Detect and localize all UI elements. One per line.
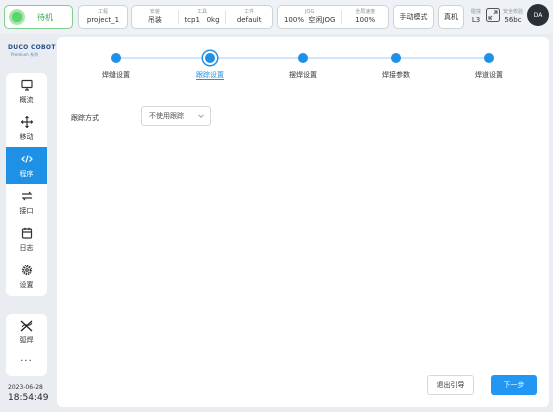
step-1-dot[interactable] [111, 53, 121, 63]
collision-label: 碰撞 [470, 9, 481, 15]
install-value: 吊装 [147, 16, 162, 24]
safety-checksum: 安全校验 56bc [500, 5, 526, 29]
workpiece-value: default [236, 16, 262, 24]
more-tools-button[interactable]: ··· [6, 350, 47, 372]
step-3-dot[interactable] [298, 53, 308, 63]
user-avatar[interactable]: DA [527, 4, 549, 26]
code-icon [20, 154, 33, 163]
arc-welding-label: 弧焊 [19, 335, 34, 344]
sidebar-item-log[interactable]: 日志 [6, 221, 47, 258]
config-box[interactable]: 安装 吊装 工具 tcp1 0kg 工件 default [131, 5, 273, 29]
status-label: 待机 [37, 12, 53, 22]
workpiece-label: 工件 [244, 9, 255, 15]
global-speed-label: 全局速度 [355, 9, 376, 15]
sidebar-item-program[interactable]: 程序 [6, 147, 47, 184]
top-bar: 待机 工程 project_1 安装 吊装 工具 tcp1 0kg 工件 def… [0, 0, 553, 34]
tracking-mode-value: 不使用跟踪 [149, 112, 184, 120]
sidebar-item-move[interactable]: 移动 [6, 110, 47, 147]
tracking-mode-label: 跟踪方式 [71, 114, 99, 122]
step-2-label[interactable]: 跟踪设置 [196, 70, 224, 80]
step-3-label[interactable]: 摆焊设置 [289, 70, 317, 80]
tracking-mode-select[interactable]: 不使用跟踪 [141, 106, 211, 126]
current-time: 18:54:49 [8, 393, 49, 403]
install-cell[interactable]: 安装 吊装 [132, 6, 178, 28]
status-light-icon [9, 9, 25, 25]
move-arrows-icon [20, 115, 33, 128]
arc-welding-button[interactable]: 弧焊 [6, 314, 47, 350]
real-robot-button[interactable]: 真机 [438, 5, 464, 29]
sidebar-nav: 概流 移动 程序 接口 日志 设置 [6, 73, 47, 296]
jog-label: JOG [305, 9, 315, 15]
monitor-icon [20, 79, 33, 91]
step-2-dot[interactable] [203, 51, 217, 65]
sidebar-item-label: 移动 [19, 132, 34, 141]
workpiece-cell[interactable]: 工件 default [226, 6, 272, 28]
chevron-down-icon [198, 114, 204, 118]
brand-logo: DUCO COBOT Premium 系列 [8, 44, 56, 58]
sidebar-item-label: 程序 [19, 169, 34, 178]
sidebar-item-interface[interactable]: 接口 [6, 184, 47, 221]
logo-sub: Premium 系列 [11, 52, 39, 57]
project-label: 工程 [97, 9, 108, 15]
collision-level[interactable]: 碰撞 L3 [466, 7, 486, 27]
sidebar-item-label: 接口 [19, 206, 34, 215]
step-5-dot[interactable] [484, 53, 494, 63]
exit-wizard-button[interactable]: 退出引导 [427, 375, 474, 395]
global-speed-cell[interactable]: 全局速度 100% [342, 6, 388, 28]
gear-icon [21, 264, 32, 275]
project-box[interactable]: 工程 project_1 [78, 5, 128, 29]
install-label: 安装 [149, 9, 160, 15]
sidebar-item-overview[interactable]: 概流 [6, 73, 47, 110]
current-date: 2023-06-28 [8, 384, 43, 391]
collision-value: L3 [471, 16, 481, 24]
next-step-button[interactable]: 下一步 [491, 375, 537, 395]
expand-icon[interactable] [486, 8, 500, 22]
tool-label: 工具 [197, 9, 208, 15]
global-speed-value: 100% [355, 16, 376, 24]
project-value: project_1 [86, 16, 120, 24]
weld-wizard-panel: 焊缝设置 跟踪设置 摆焊设置 焊接参数 焊道设置 跟踪方式 不使用跟踪 退出引导… [57, 37, 549, 407]
sidebar-item-label: 日志 [19, 243, 34, 252]
sidebar-item-label: 概流 [19, 95, 34, 104]
jog-value: 100% 空闲JOG [283, 16, 336, 24]
logo-brand: DUCO COBOT [8, 44, 56, 51]
calendar-icon [21, 227, 32, 239]
swap-arrows-icon [21, 191, 32, 200]
step-1-label[interactable]: 焊缝设置 [102, 70, 130, 80]
sidebar-item-settings[interactable]: 设置 [6, 258, 47, 295]
robot-status-indicator[interactable]: 待机 [4, 5, 73, 29]
step-4-dot[interactable] [391, 53, 401, 63]
tool-cell[interactable]: 工具 tcp1 0kg [179, 6, 226, 28]
tool-value: tcp1 0kg [184, 16, 220, 24]
welding-icon [20, 320, 32, 331]
speed-box[interactable]: JOG 100% 空闲JOG 全局速度 100% [277, 5, 389, 29]
safety-value: 56bc [504, 16, 522, 24]
sidebar-item-label: 设置 [19, 280, 34, 289]
manual-mode-button[interactable]: 手动模式 [393, 5, 434, 29]
safety-label: 安全校验 [502, 9, 523, 15]
step-4-label[interactable]: 焊接参数 [382, 70, 410, 80]
jog-cell[interactable]: JOG 100% 空闲JOG [278, 6, 341, 28]
step-5-label[interactable]: 焊道设置 [475, 70, 503, 80]
tool-panel: 弧焊 ··· [6, 314, 47, 376]
